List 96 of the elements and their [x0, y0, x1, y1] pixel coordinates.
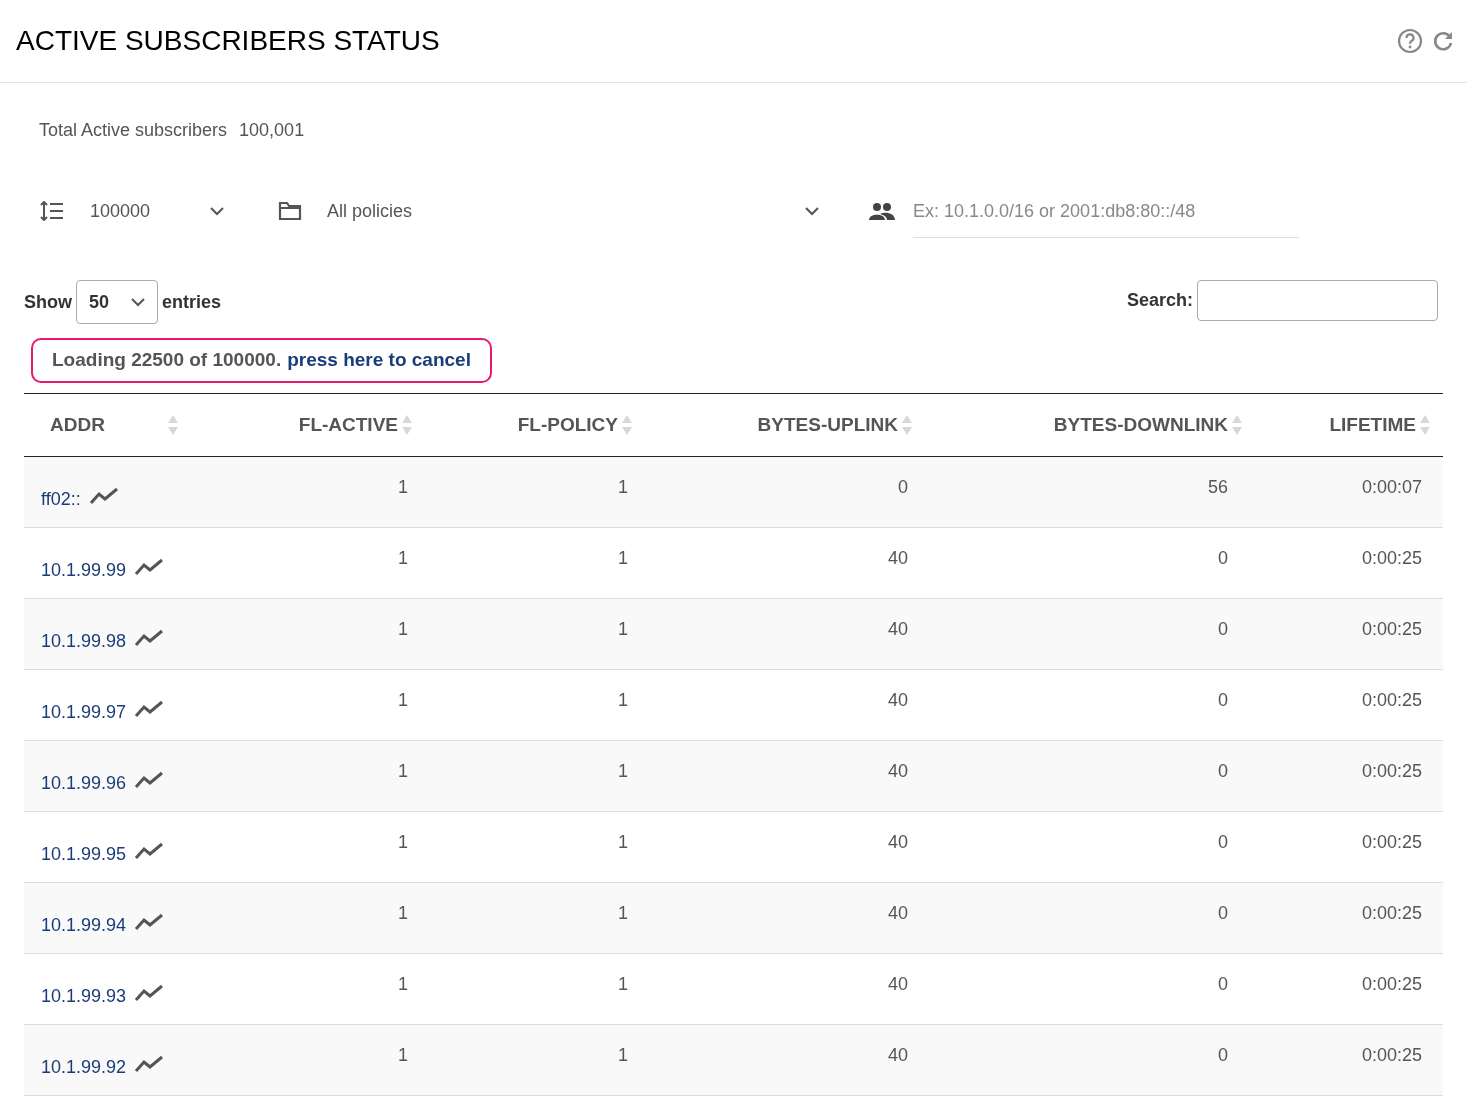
entries-label: entries — [162, 290, 222, 314]
table-cell: 1 — [398, 477, 408, 497]
table-cell: 0 — [1218, 1045, 1228, 1065]
column-header[interactable]: BYTES-UPLINK — [757, 410, 898, 440]
table-cell: 1 — [398, 903, 408, 923]
trend-icon[interactable] — [134, 984, 165, 1002]
sort-icon — [1232, 414, 1242, 436]
table-cell: 1 — [398, 690, 408, 710]
address-link[interactable]: 10.1.99.95 — [41, 840, 127, 868]
table-cell: 0:00:25 — [1361, 690, 1422, 710]
trend-icon[interactable] — [134, 558, 165, 576]
table-cell: 0:00:25 — [1361, 903, 1422, 923]
table-cell: 1 — [618, 832, 628, 852]
help-icon[interactable] — [1397, 28, 1423, 54]
trend-icon[interactable] — [88, 487, 119, 505]
trend-icon[interactable] — [134, 629, 165, 647]
table-cell: 0 — [898, 477, 908, 497]
column-header[interactable]: ADDR — [50, 410, 105, 440]
table-cell: 1 — [618, 903, 628, 923]
address-link[interactable]: ff02:: — [41, 485, 81, 513]
table-cell: 0:00:25 — [1361, 832, 1422, 852]
loading-message: Loading 22500 of 100000. — [52, 348, 282, 373]
table-cell: 40 — [887, 903, 908, 923]
sort-icon — [622, 414, 632, 436]
limit-dropdown[interactable]: 100000 — [90, 197, 228, 225]
table-cell: 0:00:25 — [1361, 548, 1422, 568]
cancel-link[interactable]: press here to cancel — [287, 346, 471, 375]
address-link[interactable]: 10.1.99.99 — [41, 556, 127, 584]
sort-icon — [168, 414, 178, 436]
column-header[interactable]: LIFETIME — [1329, 410, 1416, 440]
subnet-input[interactable]: Ex: 10.1.0.0/16 or 2001:db8:80::/48 — [913, 184, 1299, 238]
table-cell: 0:00:25 — [1361, 619, 1422, 639]
address-link[interactable]: 10.1.99.98 — [41, 627, 127, 655]
table-cell: 1 — [618, 477, 628, 497]
page-title: ACTIVE SUBSCRIBERS STATUS — [16, 24, 440, 58]
table-cell: 1 — [618, 1045, 628, 1065]
table-cell: 1 — [398, 832, 408, 852]
trend-icon[interactable] — [134, 913, 165, 931]
table-cell: 0 — [1218, 832, 1228, 852]
table-cell: 0 — [1218, 690, 1228, 710]
address-link[interactable]: 10.1.99.93 — [41, 982, 127, 1010]
table-cell: 1 — [398, 974, 408, 994]
table-cell: 40 — [887, 761, 908, 781]
column-header[interactable]: FL-POLICY — [517, 410, 618, 440]
column-header[interactable]: BYTES-DOWNLINK — [1053, 410, 1228, 440]
chevron-down-icon — [210, 206, 224, 216]
policy-dropdown[interactable]: All policies — [327, 197, 823, 225]
address-link[interactable]: 10.1.99.94 — [41, 911, 127, 939]
show-label: Show — [24, 290, 72, 314]
table-cell: 0:00:25 — [1361, 761, 1422, 781]
table-cell: 0 — [1218, 761, 1228, 781]
table-cell: 0:00:25 — [1361, 974, 1422, 994]
folder-icon — [278, 201, 302, 221]
sort-icon — [402, 414, 412, 436]
table-cell: 40 — [887, 690, 908, 710]
trend-icon[interactable] — [134, 1055, 165, 1073]
refresh-icon[interactable] — [1431, 29, 1455, 53]
sort-icon — [1420, 414, 1430, 436]
table-cell: 1 — [398, 761, 408, 781]
table-cell: 40 — [887, 548, 908, 568]
table-cell: 56 — [1207, 477, 1228, 497]
table-cell: 1 — [618, 548, 628, 568]
summary-label: Total Active subscribers — [39, 119, 228, 142]
search-label: Search: — [1126, 288, 1193, 312]
entries-select[interactable]: 50 — [76, 280, 158, 324]
trend-icon[interactable] — [134, 842, 165, 860]
table-cell: 1 — [398, 1045, 408, 1065]
table-cell: 1 — [398, 548, 408, 568]
people-icon — [869, 202, 895, 220]
table-cell: 1 — [618, 690, 628, 710]
table-cell: 1 — [618, 761, 628, 781]
table-cell: 1 — [618, 974, 628, 994]
chevron-down-icon — [131, 297, 145, 307]
table-cell: 40 — [887, 974, 908, 994]
table-cell: 40 — [887, 1045, 908, 1065]
search-input[interactable] — [1197, 279, 1438, 321]
table-cell: 1 — [618, 619, 628, 639]
trend-icon[interactable] — [134, 700, 165, 718]
table-cell: 0 — [1218, 903, 1228, 923]
table-cell: 0 — [1218, 974, 1228, 994]
table-cell: 0:00:25 — [1361, 1045, 1422, 1065]
summary-value: 100,001 — [239, 119, 305, 142]
line-spacing-icon — [40, 201, 64, 221]
column-header[interactable]: FL-ACTIVE — [298, 410, 398, 440]
table-cell: 0 — [1218, 619, 1228, 639]
table-cell: 0 — [1218, 548, 1228, 568]
trend-icon[interactable] — [134, 771, 165, 789]
sort-icon — [902, 414, 912, 436]
address-link[interactable]: 10.1.99.97 — [41, 698, 127, 726]
chevron-down-icon — [805, 206, 819, 216]
table-cell: 1 — [398, 619, 408, 639]
table-cell: 40 — [887, 619, 908, 639]
table-cell: 0:00:07 — [1361, 477, 1422, 497]
table-cell: 40 — [887, 832, 908, 852]
address-link[interactable]: 10.1.99.92 — [41, 1053, 127, 1081]
address-link[interactable]: 10.1.99.96 — [41, 769, 127, 797]
